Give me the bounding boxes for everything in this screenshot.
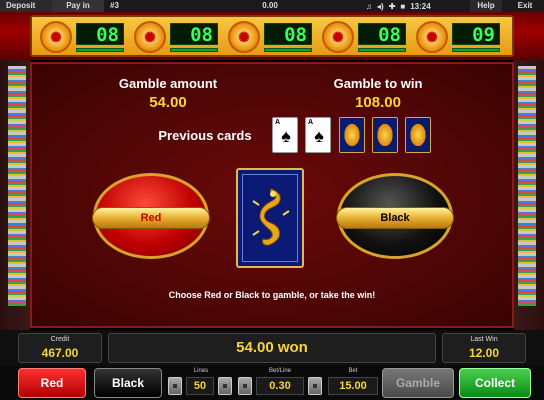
sound-icon[interactable]: ◂) [377,2,384,11]
jackpot-bar [76,48,124,52]
jackpot-counter: ✺ 08 [38,21,126,53]
bet-label: Bet [348,368,358,374]
black-button[interactable]: Black [94,368,162,398]
card-rank: A [275,119,281,126]
dragon-icon [409,122,427,148]
jackpot-strip: ✺ 08 ✺ 08 ✺ 08 ✺ 08 ✺ 09 [0,12,544,60]
left-chip-stacks [0,60,30,330]
chip-stack [518,66,536,306]
jackpot-counter: ✺ 08 [132,21,220,53]
control-bar: Red Black Lines 50 Bet/Line 0.30 Bet 15.… [0,366,544,400]
previous-card-back [339,117,365,153]
bet-control: Bet 15.00 [328,368,378,398]
medallion-icon: ✺ [322,21,354,53]
gamble-to-win-value: 108.00 [355,94,401,111]
credit-box: Credit 467.00 [18,333,102,363]
jackpot-digits: 08 [358,23,406,46]
gamble-hint: Choose Red or Black to gamble, or take t… [168,290,376,300]
round-number: #3 [110,1,119,10]
previous-card: A ♠ [305,117,331,153]
right-chip-stacks [514,60,544,330]
dragon-icon [252,188,290,246]
credit-label: Credit [50,336,70,343]
bet-line-increase-button[interactable] [308,377,322,395]
bet-line-control: Bet/Line 0.30 [238,368,322,398]
jackpot-counter: ✺ 08 [320,21,408,53]
card-rank: A [308,119,314,126]
spade-icon: ♠ [281,126,291,146]
gamble-button[interactable]: Gamble [382,368,454,398]
jackpot-bar [264,48,312,52]
top-bar: Deposit Pay in #3 0.00 ♫ ◂) ✚ ■ 13:24 He… [0,0,544,12]
medallion-icon: ✺ [40,21,72,53]
medallion-icon: ✺ [228,21,260,53]
jackpot-counter: ✺ 08 [226,21,314,53]
top-balance: 0.00 [262,1,278,10]
dragon-icon [343,122,361,148]
previous-card-back [405,117,431,153]
credit-value: 467.00 [41,346,79,360]
red-choice-label: Red [92,207,210,229]
jackpot-bar [358,48,406,52]
music-icon[interactable]: ♫ [366,2,372,11]
jackpot-digits: 08 [76,23,124,46]
last-win-label: Last Win [470,336,498,343]
black-choice-button[interactable]: Black [336,173,454,259]
jackpot-counter: ✺ 09 [414,21,502,53]
gamble-to-win-label: Gamble to win [333,76,423,91]
bet-line-value: 0.30 [256,377,304,395]
info-bar: Credit 467.00 54.00 won Last Win 12.00 [0,330,544,366]
gamble-card-back [236,168,304,268]
jackpot-digits: 08 [264,23,312,46]
lines-control: Lines 50 [168,368,234,398]
jackpot-digits: 09 [452,23,500,46]
previous-cards-label: Previous cards [158,128,252,143]
previous-card-back [372,117,398,153]
status-icons: ♫ ◂) ✚ ■ 13:24 [366,2,438,11]
red-choice-button[interactable]: Red [92,173,210,259]
clock-icon: ■ [400,1,406,11]
red-button[interactable]: Red [18,368,86,398]
black-choice-label: Black [336,207,454,229]
deposit-button[interactable]: Deposit [0,0,52,12]
lines-value: 50 [186,377,214,395]
gamble-amount-value: 54.00 [149,94,187,111]
collect-button[interactable]: Collect [459,368,531,398]
bet-line-label: Bet/Line [268,368,292,374]
help-button[interactable]: Help [470,0,502,12]
jackpot-bar [170,48,218,52]
lines-decrease-button[interactable] [168,377,182,395]
lines-increase-button[interactable] [218,377,232,395]
clock-time: 13:24 [410,1,431,11]
last-win-box: Last Win 12.00 [442,333,526,363]
jackpot-digits: 08 [170,23,218,46]
bet-value: 15.00 [328,377,378,395]
medallion-icon: ✺ [134,21,166,53]
gamble-amount-label: Gamble amount [118,76,218,91]
jackpot-bar [452,48,500,52]
dragon-icon [376,122,394,148]
lines-label: Lines [193,368,209,374]
medallion-icon: ✺ [416,21,448,53]
settings-icon[interactable]: ✚ [389,2,396,11]
jackpot-frame: ✺ 08 ✺ 08 ✺ 08 ✺ 08 ✺ 09 [30,15,514,57]
last-win-value: 12.00 [468,346,500,360]
win-message: 54.00 won [108,333,436,363]
card-frame [242,174,298,262]
exit-button[interactable]: Exit [506,0,544,12]
pay-in-button[interactable]: Pay in [52,0,104,12]
bet-line-decrease-button[interactable] [238,377,252,395]
previous-card: A ♠ [272,117,298,153]
spade-icon: ♠ [314,126,324,146]
chip-stack [8,66,26,306]
